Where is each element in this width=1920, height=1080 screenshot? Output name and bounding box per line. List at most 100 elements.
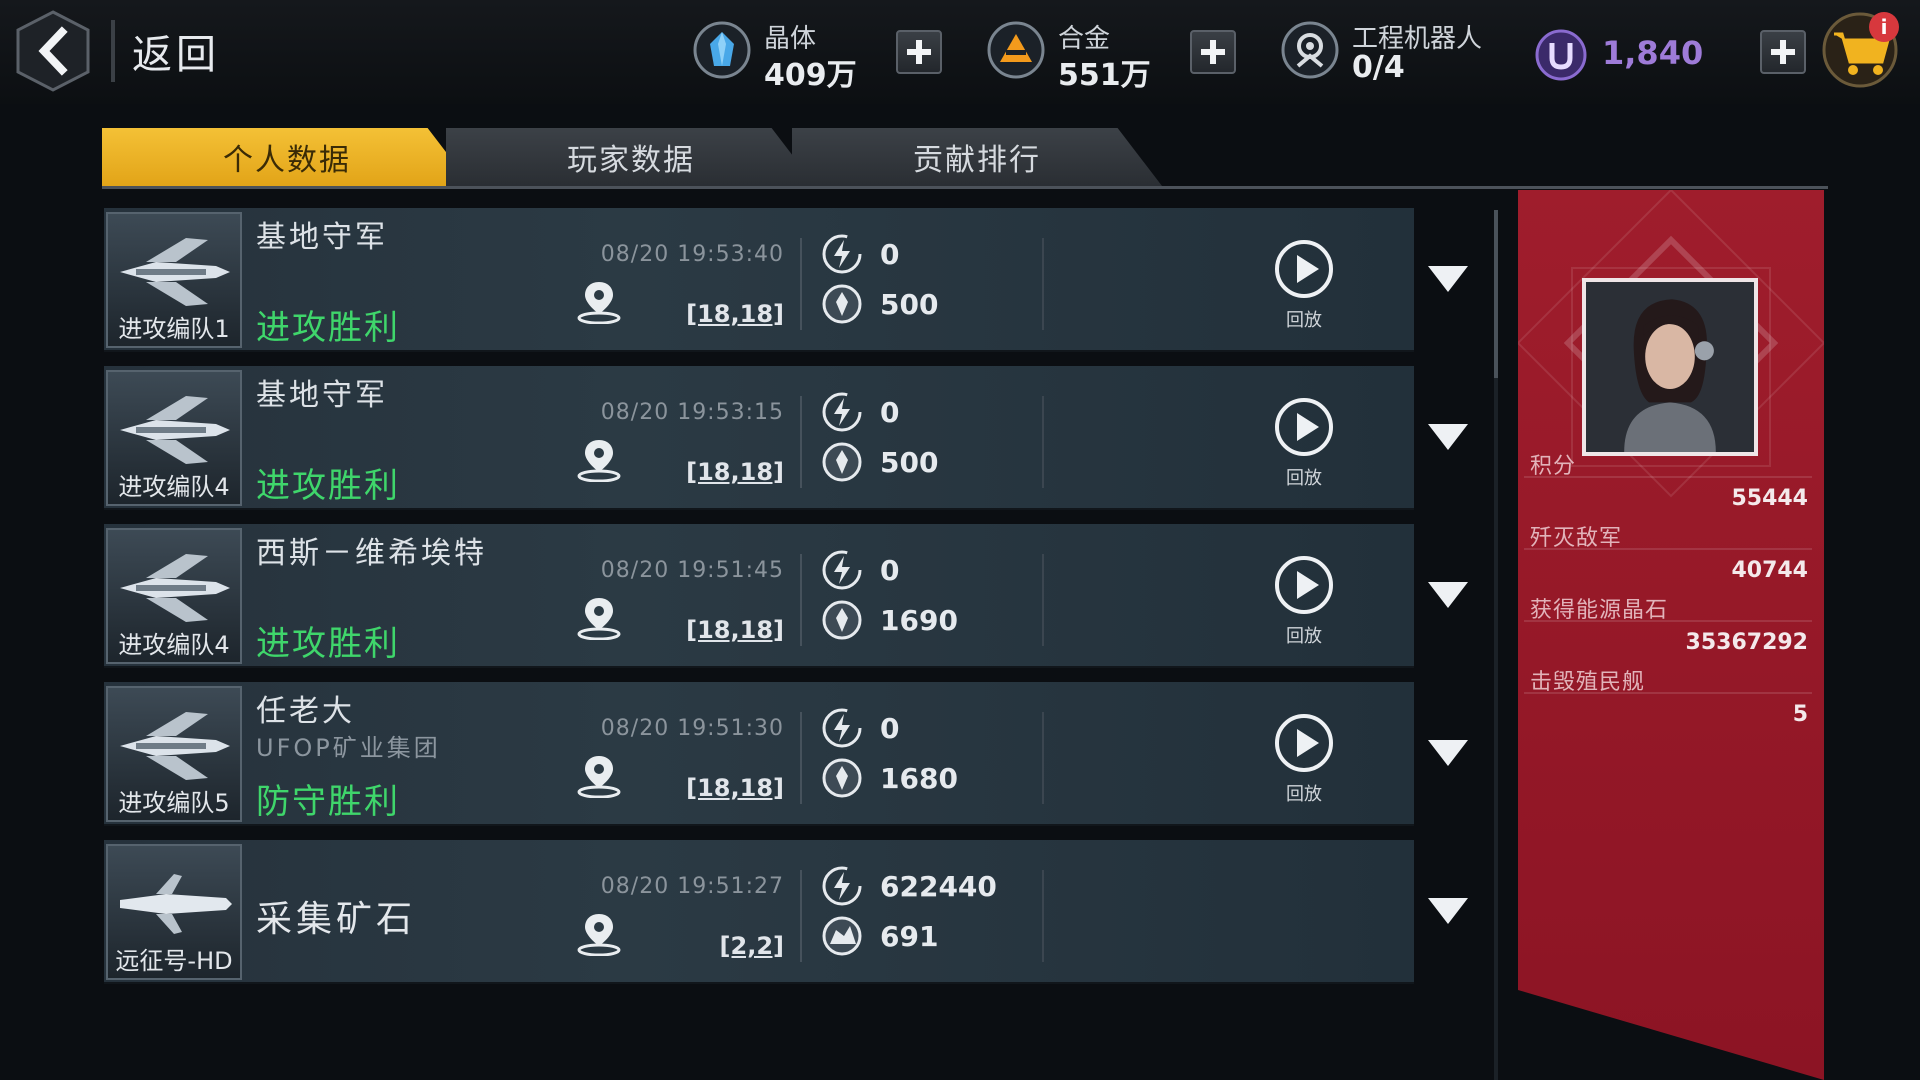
replay-button[interactable]: 回放	[1268, 238, 1340, 338]
player-summary-panel: 积分 55444 歼灭敌军 40744 获得能源晶石 35367292 击毁殖民…	[1518, 190, 1824, 1080]
score-value: 500	[880, 446, 939, 479]
alloy-value: 551万	[1058, 58, 1151, 93]
battle-result: 进攻胜利	[256, 466, 400, 506]
battle-row: 进攻编队5 任老大 UFOP矿业集团 防守胜利 08/20 19:51:30 […	[104, 682, 1468, 826]
opponent-name: 任老大	[256, 694, 355, 729]
battle-result: 进攻胜利	[256, 308, 400, 348]
divider	[1524, 548, 1812, 550]
energy-value: 0	[880, 712, 900, 745]
alloy-icon	[987, 21, 1045, 79]
coordinate-link[interactable]: [18,18]	[664, 616, 784, 644]
divider	[1524, 692, 1812, 694]
divider	[800, 238, 802, 330]
location-pin-icon	[577, 756, 621, 798]
divider	[800, 554, 802, 646]
divider	[1524, 476, 1812, 478]
coordinate-link[interactable]: [2,2]	[664, 932, 784, 960]
score-value: 500	[880, 288, 939, 321]
energy-icon	[822, 708, 862, 748]
energy-value: 622440	[880, 870, 997, 903]
opponent-guild: UFOP矿业集团	[256, 734, 441, 762]
score-value: 1690	[880, 604, 958, 637]
play-icon	[1275, 714, 1333, 772]
back-label[interactable]: 返回	[132, 22, 220, 80]
play-icon	[1275, 240, 1333, 298]
crystal-value: 409万	[764, 58, 857, 93]
battle-result: 进攻胜利	[256, 624, 400, 664]
avatar[interactable]	[1582, 278, 1758, 456]
fleet-thumbnail[interactable]: 进攻编队4	[106, 528, 242, 664]
location-pin-icon	[577, 282, 621, 324]
stat-value-kills: 40744	[1731, 558, 1808, 583]
battle-row: 进攻编队4 基地守军 进攻胜利 08/20 19:53:15 [18,18] 0…	[104, 366, 1468, 510]
replay-button[interactable]: 回放	[1268, 396, 1340, 496]
add-ucoin-button[interactable]	[1760, 30, 1806, 74]
ucoin-value: 1,840	[1602, 34, 1704, 72]
battle-time: 08/20 19:51:30	[600, 716, 784, 741]
replay-label: 回放	[1286, 626, 1322, 647]
replay-button[interactable]: 回放	[1268, 712, 1340, 812]
fleet-thumbnail[interactable]: 进攻编队1	[106, 212, 242, 348]
ucoin-icon	[1535, 29, 1587, 81]
replay-button[interactable]: 回放	[1268, 554, 1340, 654]
fleet-thumbnail[interactable]: 进攻编队5	[106, 686, 242, 822]
scrollbar-thumb[interactable]	[1494, 210, 1498, 378]
fleet-thumbnail[interactable]: 远征号-HD	[106, 844, 242, 980]
mining-row: 远征号-HD 采集矿石 08/20 19:51:27 [2,2] 622440 …	[104, 840, 1468, 984]
plus-icon	[1771, 40, 1795, 64]
tab-contribution-ranking[interactable]: 贡献排行	[792, 128, 1162, 186]
trophy-badge-icon	[822, 758, 862, 798]
stat-value-score: 55444	[1731, 486, 1808, 511]
battle-result: 防守胜利	[256, 782, 400, 822]
battle-time: 08/20 19:53:15	[600, 400, 784, 425]
expand-chevron-icon[interactable]	[1426, 264, 1470, 294]
trophy-badge-icon	[822, 284, 862, 324]
coordinate-link[interactable]: [18,18]	[664, 458, 784, 486]
fleet-thumbnail[interactable]: 进攻编队4	[106, 370, 242, 506]
expand-chevron-icon[interactable]	[1426, 896, 1470, 926]
ore-value: 691	[880, 920, 939, 953]
divider	[1042, 870, 1044, 962]
robot-resource: 工程机器人 0/4	[1280, 14, 1510, 90]
mining-ship-icon	[120, 874, 232, 934]
divider	[1042, 238, 1044, 330]
fleet-name: 远征号-HD	[115, 947, 233, 975]
energy-icon	[822, 234, 862, 274]
divider	[800, 712, 802, 804]
spaceship-icon	[120, 554, 230, 622]
divider	[1042, 712, 1044, 804]
coordinate-link[interactable]: [18,18]	[664, 774, 784, 802]
alloy-resource: 合金 551万	[986, 14, 1156, 93]
add-crystal-button[interactable]	[896, 30, 942, 74]
expand-chevron-icon[interactable]	[1426, 738, 1470, 768]
opponent-name: 西斯－维希埃特	[256, 536, 487, 571]
robot-value: 0/4	[1352, 50, 1405, 85]
divider	[1524, 620, 1812, 622]
divider	[800, 870, 802, 962]
trophy-badge-icon	[822, 442, 862, 482]
energy-icon	[822, 866, 862, 906]
top-bar: 返回 晶体 409万 合金 551万 工程机器人 0/4 1,840 i	[0, 0, 1920, 104]
expand-chevron-icon[interactable]	[1426, 422, 1470, 452]
commander-portrait-icon	[1586, 282, 1754, 452]
stat-value-colony-ships: 5	[1792, 702, 1808, 727]
location-pin-icon	[577, 440, 621, 482]
tab-personal-data[interactable]: 个人数据	[102, 128, 472, 186]
tab-player-data[interactable]: 玩家数据	[446, 128, 816, 186]
battle-row: 进攻编队1 基地守军 进攻胜利 08/20 19:53:40 [18,18] 0…	[104, 208, 1468, 352]
fleet-name: 进攻编队4	[118, 473, 230, 501]
back-button[interactable]	[16, 10, 90, 92]
energy-icon	[822, 550, 862, 590]
battle-time: 08/20 19:51:45	[600, 558, 784, 583]
energy-value: 0	[880, 238, 900, 271]
crystal-icon	[693, 21, 751, 79]
play-icon	[1275, 556, 1333, 614]
coordinate-link[interactable]: [18,18]	[664, 300, 784, 328]
battle-time: 08/20 19:51:27	[600, 874, 784, 899]
expand-chevron-icon[interactable]	[1426, 580, 1470, 610]
add-alloy-button[interactable]	[1190, 30, 1236, 74]
activity-name: 采集矿石	[256, 899, 417, 940]
robot-icon	[1281, 21, 1339, 79]
crystal-resource: 晶体 409万	[692, 14, 862, 93]
battle-row: 进攻编队4 西斯－维希埃特 进攻胜利 08/20 19:51:45 [18,18…	[104, 524, 1468, 668]
